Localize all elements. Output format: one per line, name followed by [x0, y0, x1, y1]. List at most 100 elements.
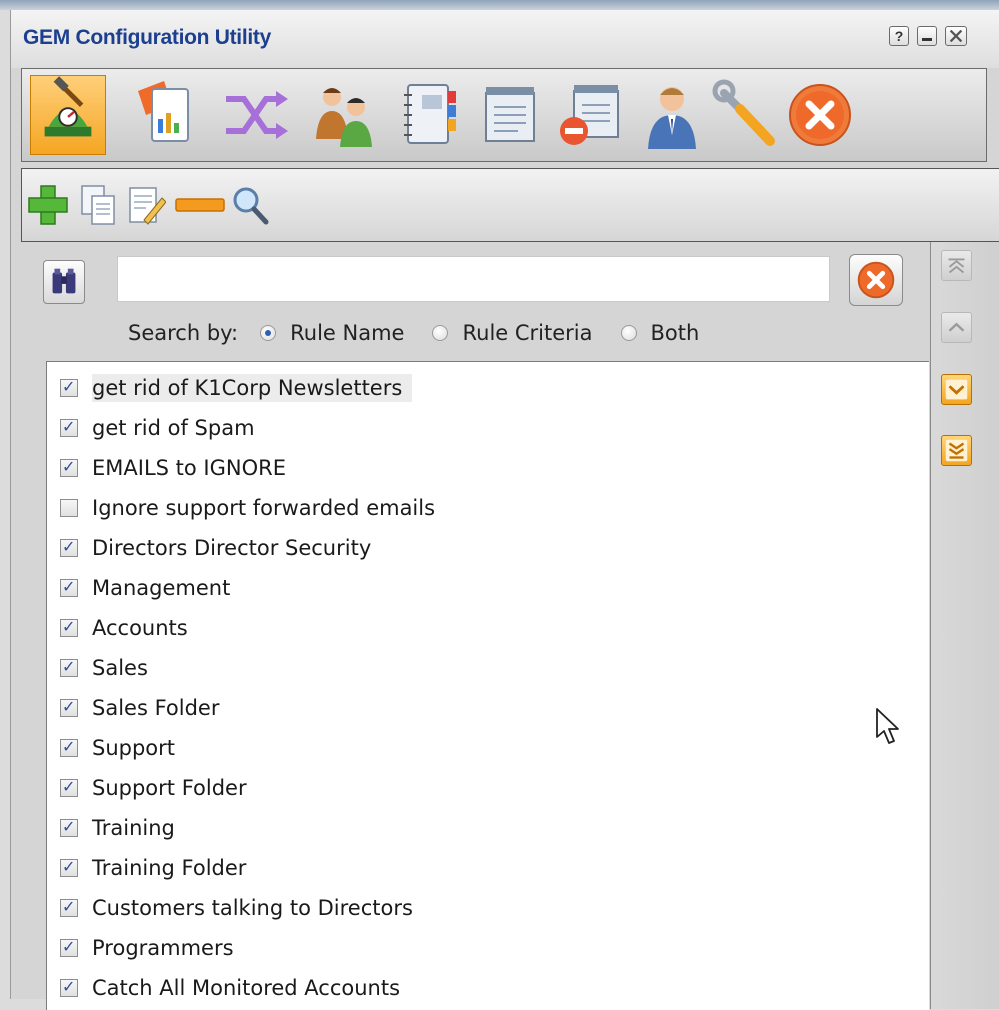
rule-checkbox[interactable]	[60, 937, 78, 957]
rule-label: Ignore support forwarded emails	[92, 496, 436, 520]
window-title: GEM Configuration Utility	[23, 26, 271, 49]
rule-checkbox[interactable]	[60, 537, 78, 557]
rule-checkbox[interactable]	[60, 977, 78, 997]
rule-row[interactable]: Catch All Monitored Accounts	[47, 970, 410, 1006]
rule-checkbox[interactable]	[60, 417, 78, 437]
rule-row[interactable]: Support Folder	[47, 770, 257, 806]
radio-rule-criteria[interactable]	[432, 325, 449, 341]
find-rule-button[interactable]	[230, 182, 270, 228]
rule-checkbox[interactable]	[60, 577, 78, 597]
rule-row[interactable]: get rid of Spam	[47, 410, 265, 446]
user-icon	[648, 87, 696, 149]
rule-row[interactable]: Ignore support forwarded emails	[47, 490, 445, 526]
rule-row[interactable]: Management	[47, 570, 240, 606]
rule-checkbox[interactable]	[60, 817, 78, 837]
user-button[interactable]	[634, 75, 710, 155]
notepad-button[interactable]	[472, 75, 548, 155]
edit-icon	[129, 187, 167, 225]
search-by-label: Search by:	[128, 321, 239, 345]
rule-checkbox[interactable]	[60, 697, 78, 717]
close-icon	[949, 29, 963, 43]
rules-list: get rid of K1Corp Newsletters get rid of …	[46, 361, 929, 1010]
rule-order-panel	[930, 242, 999, 1009]
title-bar: GEM Configuration Utility ?	[11, 10, 999, 68]
shuffle-button[interactable]	[218, 75, 294, 155]
address-book-button[interactable]	[392, 75, 468, 155]
users-icon	[316, 88, 372, 147]
double-chevron-down-icon	[945, 439, 968, 462]
rule-label: Programmers	[92, 936, 234, 960]
rule-checkbox[interactable]	[60, 737, 78, 757]
report-button[interactable]	[124, 75, 200, 155]
rule-label: Support	[92, 736, 176, 760]
rule-label: Sales Folder	[92, 696, 220, 720]
main-toolbar	[21, 68, 987, 162]
exit-icon	[789, 84, 851, 146]
rule-row[interactable]: Training	[47, 810, 185, 846]
rule-label: Catch All Monitored Accounts	[92, 976, 401, 1000]
rule-row[interactable]: get rid of K1Corp Newsletters	[47, 370, 413, 406]
remove-rule-button[interactable]	[174, 182, 226, 228]
wrench-icon	[712, 79, 775, 146]
rule-label: Directors Director Security	[92, 536, 372, 560]
rule-checkbox[interactable]	[60, 457, 78, 477]
rule-checkbox[interactable]	[60, 617, 78, 637]
add-icon	[28, 185, 68, 225]
find-button[interactable]	[43, 260, 85, 304]
edit-rule-button[interactable]	[126, 182, 167, 228]
move-down-button[interactable]	[941, 374, 972, 405]
minimize-button[interactable]	[917, 26, 937, 46]
rule-row[interactable]: Customers talking to Directors	[47, 890, 423, 926]
search-by-group: Search by: Rule Name Rule Criteria Both	[128, 318, 727, 348]
gem-window: GEM Configuration Utility ? Search by: R…	[10, 10, 999, 1010]
copy-icon	[81, 185, 115, 225]
address-book-icon	[404, 84, 456, 144]
clear-icon	[857, 261, 895, 299]
copy-rule-button[interactable]	[78, 182, 118, 228]
rule-label: Accounts	[92, 616, 188, 640]
rule-label: Customers talking to Directors	[92, 896, 413, 920]
remove-icon	[175, 198, 225, 212]
remove-notepad-button[interactable]	[552, 75, 628, 155]
tools-button[interactable]	[710, 75, 786, 155]
rule-row[interactable]: Accounts	[47, 610, 198, 646]
desktop-strip	[0, 0, 999, 10]
rule-label: EMAILS to IGNORE	[92, 456, 286, 480]
move-up-button[interactable]	[941, 312, 972, 343]
chevron-up-icon	[948, 322, 965, 332]
rule-checkbox[interactable]	[60, 499, 78, 517]
search-panel: Search by: Rule Name Rule Criteria Both	[35, 246, 930, 359]
binoculars-icon	[52, 268, 76, 294]
rule-row[interactable]: Support	[47, 730, 185, 766]
rule-row[interactable]: EMAILS to IGNORE	[47, 450, 296, 486]
rule-row[interactable]: Training Folder	[47, 850, 256, 886]
clear-search-button[interactable]	[849, 254, 903, 306]
rule-checkbox[interactable]	[60, 777, 78, 797]
users-button[interactable]	[308, 75, 384, 155]
shuffle-icon	[226, 91, 288, 139]
exit-button[interactable]	[782, 75, 858, 155]
rule-checkbox[interactable]	[60, 377, 78, 397]
rule-row[interactable]: Sales	[47, 650, 158, 686]
double-chevron-up-icon	[948, 258, 965, 274]
rule-label: Management	[92, 576, 231, 600]
rule-label: Support Folder	[92, 776, 247, 800]
help-button[interactable]: ?	[889, 26, 909, 46]
setup-wizard-button[interactable]	[30, 75, 106, 155]
rule-checkbox[interactable]	[60, 857, 78, 877]
move-top-button[interactable]	[941, 250, 972, 281]
rule-row[interactable]: Programmers	[47, 930, 244, 966]
rule-label: Sales	[92, 656, 148, 680]
add-rule-button[interactable]	[28, 182, 68, 228]
rule-checkbox[interactable]	[60, 657, 78, 677]
setup-wizard-icon	[44, 76, 92, 137]
rule-row[interactable]: Directors Director Security	[47, 530, 381, 566]
radio-rule-name-label: Rule Name	[290, 321, 405, 345]
rule-checkbox[interactable]	[60, 897, 78, 917]
radio-both[interactable]	[620, 325, 637, 341]
search-input[interactable]	[117, 256, 830, 302]
move-bottom-button[interactable]	[941, 435, 972, 466]
close-window-button[interactable]	[945, 26, 967, 46]
rule-row[interactable]: Sales Folder	[47, 690, 229, 726]
radio-rule-name[interactable]	[260, 325, 277, 341]
